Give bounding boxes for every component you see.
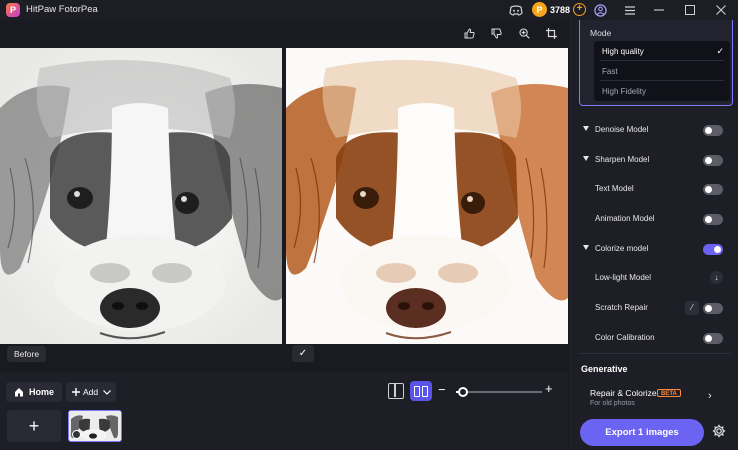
model-row-scratch-repair: Scratch Repair ⁄	[571, 296, 738, 320]
export-button[interactable]: Export 1 images	[580, 419, 704, 446]
repair-colorize-subtitle: For old photos	[590, 400, 635, 407]
split-view-button[interactable]	[410, 381, 432, 401]
zoom-slider-knob[interactable]	[457, 387, 468, 397]
model-row-animation-model: Animation Model	[571, 207, 738, 231]
toggle-denoise-model[interactable]	[703, 125, 723, 136]
title-bar: P HitPaw FotorPea P 3788 +	[0, 0, 738, 20]
add-label: Add	[83, 387, 99, 397]
coin-icon: P	[532, 2, 547, 17]
chevron-right-icon: ›	[708, 390, 712, 402]
gear-icon[interactable]	[711, 424, 727, 440]
download-icon[interactable]: ↓	[710, 271, 723, 284]
generative-section-title: Generative	[581, 364, 628, 374]
caret-down-icon[interactable]	[583, 126, 589, 131]
zoom-out-button[interactable]: −	[438, 382, 446, 397]
home-button[interactable]: Home	[6, 382, 63, 402]
caret-down-icon[interactable]	[583, 245, 589, 250]
plus-icon	[72, 388, 80, 396]
magic-wand-icon[interactable]: ⁄	[685, 301, 699, 315]
model-row-denoise-model: Denoise Model	[571, 118, 738, 142]
thumbs-up-icon[interactable]	[461, 25, 477, 41]
split-left-icon	[414, 385, 420, 397]
model-row-colorize-model: Colorize model	[571, 237, 738, 261]
mode-selector[interactable]: Mode High quality ✓ Fast High Fidelity	[579, 20, 733, 106]
beta-badge: BETA	[657, 389, 681, 397]
zoom-slider[interactable]	[456, 387, 542, 397]
home-label: Home	[29, 387, 55, 397]
maximize-icon[interactable]	[682, 2, 698, 18]
menu-icon[interactable]	[622, 2, 638, 18]
toggle-colorize-model[interactable]	[703, 244, 723, 255]
discord-icon[interactable]	[508, 2, 524, 18]
toggle-animation-model[interactable]	[703, 214, 723, 225]
toggle-scratch-repair[interactable]	[703, 303, 723, 314]
model-label: Scratch Repair	[595, 303, 648, 312]
add-dropdown-button[interactable]	[98, 382, 116, 402]
credit-count: 3788	[550, 4, 571, 15]
zoom-in-button[interactable]: +	[545, 381, 553, 396]
thumbs-down-icon[interactable]	[488, 25, 504, 41]
mode-option-high-quality[interactable]: High quality	[602, 47, 644, 56]
checkmark-icon: ✓	[716, 46, 724, 56]
model-row-sharpen-model: Sharpen Model	[571, 148, 738, 172]
bottom-bar: Home Add − + +	[0, 372, 568, 450]
mode-option-high-fidelity[interactable]: High Fidelity	[602, 87, 646, 96]
model-label: Color Calibration	[595, 333, 655, 342]
model-label: Sharpen Model	[595, 155, 650, 164]
crop-icon[interactable]	[543, 25, 559, 41]
model-label: Animation Model	[595, 214, 655, 223]
before-label: Before	[7, 346, 47, 362]
mode-separator	[600, 80, 724, 81]
home-icon	[15, 388, 23, 397]
preview-canvas[interactable]: Before ✓	[0, 46, 568, 366]
model-label: Low-light Model	[595, 273, 652, 282]
mode-dropdown-list[interactable]: High quality ✓ Fast High Fidelity	[594, 41, 730, 101]
image-thumbnail[interactable]	[68, 410, 122, 442]
mode-option-fast[interactable]: Fast	[602, 67, 618, 76]
mode-separator	[600, 60, 724, 61]
toggle-sharpen-model[interactable]	[703, 155, 723, 166]
model-row-low-light-model: Low-light Model ↓	[571, 266, 738, 290]
split-right-icon	[422, 385, 428, 397]
repair-colorize-title: Repair & Colorize	[590, 388, 657, 398]
app-logo: P	[6, 3, 20, 17]
confirm-compare-button[interactable]: ✓	[292, 345, 314, 362]
zoom-in-icon[interactable]	[516, 25, 532, 41]
toggle-text-model[interactable]	[703, 184, 723, 195]
close-icon[interactable]	[713, 2, 729, 18]
mode-title: Mode	[590, 28, 612, 38]
model-row-color-calibration: Color Calibration	[571, 326, 738, 350]
chevron-down-icon	[103, 389, 111, 395]
panel-divider	[579, 353, 731, 354]
caret-down-icon[interactable]	[583, 156, 589, 161]
model-label: Text Model	[595, 184, 634, 193]
single-view-button[interactable]	[388, 383, 404, 399]
preview-toolbar	[0, 20, 568, 46]
model-label: Colorize model	[595, 244, 649, 253]
processing-status-icon	[72, 430, 81, 439]
minimize-icon[interactable]	[651, 2, 667, 18]
settings-panel: Mode High quality ✓ Fast High Fidelity D…	[570, 20, 738, 450]
add-new-image-tile[interactable]: +	[7, 410, 61, 442]
model-label: Denoise Model	[595, 125, 649, 134]
app-title: HitPaw FotorPea	[26, 4, 98, 15]
model-row-text-model: Text Model	[571, 177, 738, 201]
user-icon[interactable]	[592, 2, 608, 18]
after-image	[286, 48, 568, 344]
credits-display[interactable]: P 3788 +	[532, 1, 587, 18]
toggle-color-calibration[interactable]	[703, 333, 723, 344]
buy-credits-button[interactable]: +	[573, 3, 587, 16]
before-image	[0, 48, 282, 344]
